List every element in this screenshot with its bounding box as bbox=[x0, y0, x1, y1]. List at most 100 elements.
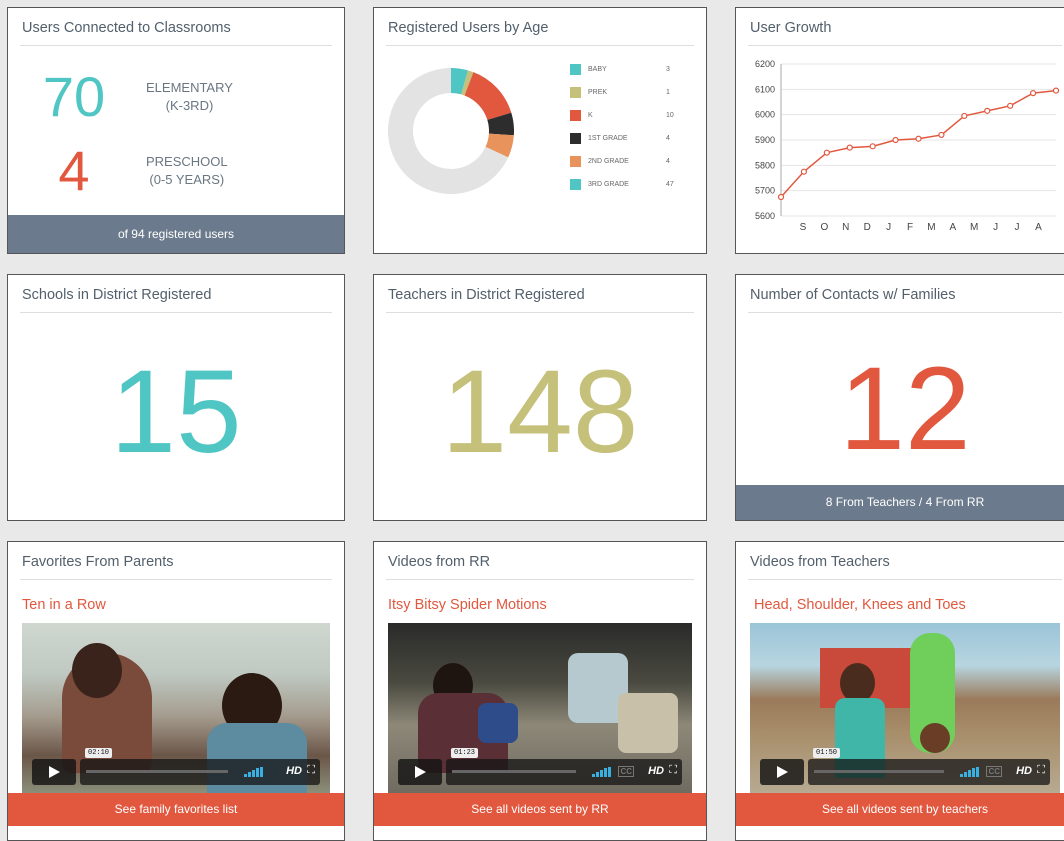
teachers-count: 148 bbox=[441, 346, 639, 478]
y-tick-label: 6000 bbox=[755, 110, 775, 120]
hd-toggle[interactable]: HD bbox=[1016, 765, 1032, 777]
video-progress[interactable] bbox=[814, 770, 944, 773]
video-control-bar[interactable]: 01:50 CC HD ⛶ bbox=[808, 748, 1050, 785]
video-progress[interactable] bbox=[452, 770, 576, 773]
volume-icon[interactable] bbox=[592, 767, 612, 777]
volume-icon[interactable] bbox=[960, 767, 980, 777]
legend-label: 2ND GRADE bbox=[588, 157, 629, 165]
video-player[interactable]: 02:10 HD ⛶ bbox=[22, 623, 330, 793]
x-tick-label: A bbox=[1035, 222, 1042, 233]
video-player[interactable]: 01:23 CC HD ⛶ bbox=[388, 623, 692, 793]
x-tick-label: J bbox=[886, 222, 891, 233]
play-button[interactable] bbox=[398, 759, 442, 785]
preschool-count: 4 bbox=[58, 139, 90, 202]
y-tick-label: 6200 bbox=[755, 59, 775, 69]
teacher-videos-link[interactable]: See all videos sent by teachers bbox=[736, 793, 1064, 826]
volume-icon[interactable] bbox=[244, 767, 264, 777]
video-progress[interactable] bbox=[86, 770, 228, 773]
fullscreen-icon[interactable]: ⛶ bbox=[307, 764, 315, 777]
legend-label: 1ST GRADE bbox=[588, 134, 628, 142]
legend-value: 3 bbox=[666, 65, 670, 73]
rr-videos-link[interactable]: See all videos sent by RR bbox=[374, 793, 706, 826]
x-tick-label: J bbox=[993, 222, 998, 233]
legend-swatch bbox=[570, 178, 581, 190]
card-title: User Growth bbox=[748, 8, 1062, 46]
growth-point bbox=[823, 149, 830, 156]
legend-item: 2ND GRADE 4 bbox=[570, 155, 694, 167]
legend-value: 1 bbox=[666, 88, 670, 96]
registered-users-footer: of 94 registered users bbox=[8, 215, 344, 253]
growth-point bbox=[800, 168, 808, 175]
video-control-bar[interactable]: 01:23 CC HD ⛶ bbox=[446, 748, 682, 785]
legend-label: BABY bbox=[588, 65, 607, 73]
legend-item: K 10 bbox=[570, 109, 694, 121]
card-title: Schools in District Registered bbox=[20, 275, 332, 313]
video-player[interactable]: 01:50 CC HD ⛶ bbox=[750, 623, 1060, 793]
videos-rr-card: Videos from RR Itsy Bitsy Spider Motions… bbox=[373, 541, 707, 841]
legend-label: PREK bbox=[588, 88, 608, 96]
growth-point bbox=[892, 136, 899, 144]
contacts-count: 12 bbox=[839, 343, 971, 475]
card-title: Teachers in District Registered bbox=[386, 275, 694, 313]
video-title[interactable]: Head, Shoulder, Knees and Toes bbox=[754, 597, 966, 613]
video-time: 02:10 bbox=[85, 748, 113, 758]
video-title[interactable]: Itsy Bitsy Spider Motions bbox=[388, 597, 547, 613]
contacts-footer: 8 From Teachers / 4 From RR bbox=[736, 485, 1064, 520]
x-tick-label: O bbox=[821, 222, 829, 233]
growth-point bbox=[777, 193, 785, 201]
fullscreen-icon[interactable]: ⛶ bbox=[1037, 764, 1045, 777]
growth-point bbox=[961, 112, 968, 120]
x-tick-label: M bbox=[970, 222, 978, 233]
y-tick-label: 5900 bbox=[755, 135, 775, 145]
x-tick-label: D bbox=[864, 222, 871, 233]
card-title: Users Connected to Classrooms bbox=[20, 8, 332, 46]
card-title: Registered Users by Age bbox=[386, 8, 694, 46]
hd-toggle[interactable]: HD bbox=[648, 765, 664, 777]
play-button[interactable] bbox=[32, 759, 76, 785]
captions-toggle[interactable]: CC bbox=[618, 766, 634, 777]
video-time: 01:50 bbox=[813, 748, 841, 758]
fullscreen-icon[interactable]: ⛶ bbox=[669, 764, 677, 777]
elementary-count: 70 bbox=[42, 65, 106, 128]
captions-toggle[interactable]: CC bbox=[986, 766, 1002, 777]
x-tick-label: A bbox=[949, 222, 956, 233]
legend-item: PREK 1 bbox=[570, 86, 694, 98]
video-control-bar[interactable]: 02:10 HD ⛶ bbox=[80, 748, 320, 785]
card-title: Videos from RR bbox=[386, 542, 694, 580]
card-title: Number of Contacts w/ Families bbox=[748, 275, 1062, 313]
family-favorites-link[interactable]: See family favorites list bbox=[8, 793, 344, 826]
contacts-card: Number of Contacts w/ Families 12 8 From… bbox=[735, 274, 1064, 521]
growth-point bbox=[846, 144, 853, 151]
user-growth-chart: 5600 5700 5800 5900 6000 6100 6200 S O N D J F M A M J J A bbox=[755, 59, 1060, 233]
preschool-label: PRESCHOOL bbox=[146, 153, 228, 169]
growth-point bbox=[1007, 102, 1014, 109]
donut-slice-k bbox=[464, 72, 512, 120]
card-title: Videos from Teachers bbox=[748, 542, 1062, 580]
growth-line bbox=[780, 89, 1057, 198]
users-connected-card: Users Connected to Classrooms 70 ELEMENT… bbox=[7, 7, 345, 254]
favorites-card: Favorites From Parents Ten in a Row 02:1… bbox=[7, 541, 345, 841]
legend-swatch bbox=[570, 155, 581, 167]
legend-label: K bbox=[588, 111, 593, 119]
x-tick-label: M bbox=[927, 222, 935, 233]
legend-swatch bbox=[570, 86, 581, 98]
x-tick-label: F bbox=[907, 222, 913, 233]
hd-toggle[interactable]: HD bbox=[286, 765, 302, 777]
x-tick-label: J bbox=[1015, 222, 1020, 233]
legend-label: 3RD GRADE bbox=[588, 180, 629, 188]
legend-swatch bbox=[570, 109, 581, 121]
y-tick-label: 5800 bbox=[755, 160, 775, 170]
elementary-sublabel: (K-3RD) bbox=[165, 97, 214, 113]
videos-teachers-card: Videos from Teachers Head, Shoulder, Kne… bbox=[735, 541, 1064, 841]
growth-point bbox=[915, 135, 922, 142]
video-title[interactable]: Ten in a Row bbox=[22, 597, 106, 613]
legend-value: 4 bbox=[666, 157, 670, 165]
legend-swatch bbox=[570, 63, 581, 75]
elementary-label: ELEMENTARY bbox=[146, 79, 233, 95]
growth-point bbox=[938, 131, 945, 139]
play-button[interactable] bbox=[760, 759, 804, 785]
legend-item: 1ST GRADE 4 bbox=[570, 132, 694, 144]
preschool-sublabel: (0-5 YEARS) bbox=[149, 171, 225, 187]
schools-card: Schools in District Registered 15 bbox=[7, 274, 345, 521]
legend-item: 3RD GRADE 47 bbox=[570, 178, 694, 190]
